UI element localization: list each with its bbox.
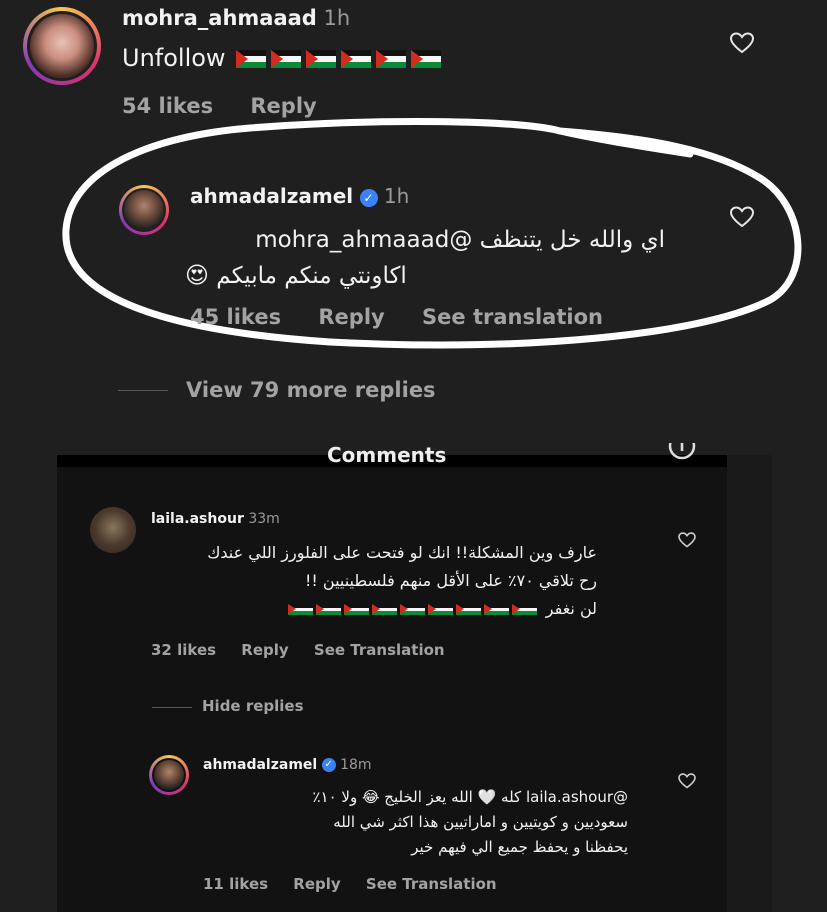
- divider-line: [152, 707, 192, 708]
- likes-count[interactable]: 32 likes: [151, 641, 216, 659]
- palestine-flag-icon: [483, 604, 509, 615]
- view-more-replies-button[interactable]: View 79 more replies: [186, 378, 436, 402]
- heart-outline-icon[interactable]: [678, 773, 696, 789]
- palestine-flag-icon: [427, 604, 453, 615]
- heart-outline-icon[interactable]: [678, 532, 696, 548]
- avatar-ahmadalzamel[interactable]: [149, 755, 189, 795]
- palestine-flags: [287, 595, 540, 623]
- reply-body: اي والله خل يتنظف @mohra_ahmaaad اكاونتي…: [185, 222, 665, 294]
- palestine-flag-icon: [315, 604, 341, 615]
- likes-count[interactable]: 45 likes: [190, 305, 281, 329]
- inner-comment-header: laila.ashour 33m: [151, 511, 280, 527]
- hide-replies-button[interactable]: Hide replies: [202, 697, 304, 715]
- palestine-flag-icon: [399, 604, 425, 615]
- inner-reply-header: ahmadalzamel ✓ 18m: [203, 757, 372, 773]
- embedded-screenshot: Comments laila.ashour 33m عارف وين المشك…: [57, 443, 772, 912]
- panel-side-edge: [727, 455, 772, 912]
- timestamp: 18m: [340, 757, 372, 773]
- palestine-flag-icon: [511, 604, 537, 615]
- palestine-flag-icon: [455, 604, 481, 615]
- avatar-laila[interactable]: [90, 507, 136, 553]
- reply-button[interactable]: Reply: [318, 305, 384, 329]
- see-translation-button[interactable]: See Translation: [314, 641, 445, 659]
- heart-outline-icon[interactable]: [730, 206, 754, 228]
- reply-header: ahmadalzamel ✓ 1h: [190, 184, 409, 208]
- timestamp: 1h: [383, 184, 410, 208]
- palestine-flag-icon: [371, 604, 397, 615]
- divider-line: [118, 390, 168, 391]
- inner-reply-actions: 11 likes Reply See Translation: [203, 875, 497, 893]
- inner-comment-line-3-text: لن نغفر: [545, 599, 597, 618]
- inner-reply-line-2: سعوديين و كويتيين و اماراتيين هذا اكثر ش…: [333, 813, 628, 831]
- palestine-flag-icon: [343, 604, 369, 615]
- reply-button[interactable]: Reply: [241, 641, 288, 659]
- see-translation-button[interactable]: See Translation: [366, 875, 497, 893]
- timestamp: 33m: [248, 511, 280, 527]
- username[interactable]: ahmadalzamel: [190, 184, 353, 208]
- reply-button[interactable]: Reply: [293, 875, 340, 893]
- panel-header-title: Comments: [327, 443, 447, 465]
- inner-reply-line-3: يحفظنا و يحفظ جميع الي فيهم خير: [411, 838, 628, 856]
- inner-comment-line-2: رح تلاقي ٧٠٪ على الأقل منهم فلسطينيين !!: [304, 571, 597, 590]
- inner-reply-body: @laila.ashour كله 🤍 الله يعز الخليج 😂 ول…: [203, 785, 628, 860]
- username[interactable]: laila.ashour: [151, 511, 244, 527]
- avatar-ahmadalzamel[interactable]: [119, 185, 169, 235]
- inner-comment-line-3: لن نغفر: [147, 595, 597, 623]
- reply-actions: 45 likes Reply See translation: [190, 305, 603, 329]
- see-translation-button[interactable]: See translation: [422, 305, 603, 329]
- verified-badge-icon: ✓: [359, 188, 378, 207]
- username[interactable]: ahmadalzamel: [203, 757, 317, 773]
- reply-line-2: اكاونتي منكم مابيكم 😍: [185, 263, 407, 289]
- inner-reply-line-1: @laila.ashour كله 🤍 الله يعز الخليج 😂 ول…: [312, 788, 628, 806]
- reply-line-1: اي والله خل يتنظف @mohra_ahmaaad: [255, 227, 665, 253]
- likes-count[interactable]: 11 likes: [203, 875, 268, 893]
- inner-comment-actions: 32 likes Reply See Translation: [151, 641, 445, 659]
- verified-badge-icon: ✓: [321, 758, 336, 772]
- inner-comment-line-1: عارف وين المشكلة!! انك لو فتحت على الفلو…: [207, 543, 597, 562]
- inner-comment-body: عارف وين المشكلة!! انك لو فتحت على الفلو…: [147, 539, 597, 623]
- info-circle-icon[interactable]: [667, 443, 697, 467]
- palestine-flag-icon: [287, 604, 313, 615]
